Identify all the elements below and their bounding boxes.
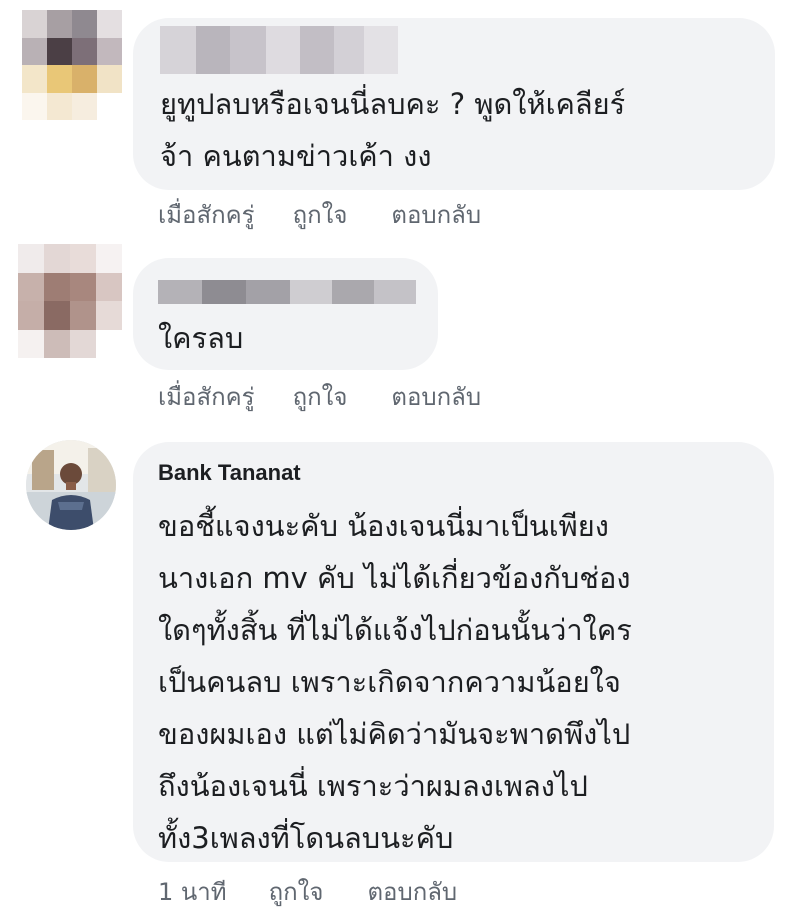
avatar[interactable] xyxy=(26,440,116,530)
author-name-pixelated[interactable] xyxy=(160,26,398,74)
like-button[interactable]: ถูกใจ xyxy=(269,872,324,911)
avatar-pixelated[interactable] xyxy=(22,10,122,120)
comment-text: ขอชี้แจงนะคับ น้องเจนนี่มาเป็นเพียง นางเ… xyxy=(158,509,632,855)
comment-3: Bank Tananat ขอชี้แจงนะคับ น้องเจนนี่มาเ… xyxy=(0,430,800,921)
comment-timestamp[interactable]: 1 นาที xyxy=(158,872,227,911)
comment-text: ยูทูปลบหรือเจนนี่ลบคะ ? พูดให้เคลียร์ จ้… xyxy=(160,87,626,173)
profile-photo-icon xyxy=(26,440,116,530)
comment-text: ใครลบ xyxy=(158,321,244,355)
like-button[interactable]: ถูกใจ xyxy=(293,195,348,234)
comment-timestamp[interactable]: เมื่อสักครู่ xyxy=(158,377,255,416)
comment-actions: 1 นาที ถูกใจ ตอบกลับ xyxy=(158,872,457,911)
comment-actions: เมื่อสักครู่ ถูกใจ ตอบกลับ xyxy=(158,377,481,416)
reply-button[interactable]: ตอบกลับ xyxy=(391,377,481,416)
avatar-pixelated[interactable] xyxy=(18,244,122,358)
comment-actions: เมื่อสักครู่ ถูกใจ ตอบกลับ xyxy=(158,195,481,234)
like-button[interactable]: ถูกใจ xyxy=(293,377,348,416)
comment-2: ใครลบ เมื่อสักครู่ ถูกใจ ตอบกลับ xyxy=(0,240,800,430)
reply-button[interactable]: ตอบกลับ xyxy=(367,872,457,911)
comment-timestamp[interactable]: เมื่อสักครู่ xyxy=(158,195,255,234)
reply-button[interactable]: ตอบกลับ xyxy=(391,195,481,234)
comment-1: ยูทูปลบหรือเจนนี่ลบคะ ? พูดให้เคลียร์ จ้… xyxy=(0,0,800,240)
comment-author[interactable]: Bank Tananat xyxy=(158,460,301,486)
author-name-pixelated[interactable] xyxy=(158,280,416,304)
